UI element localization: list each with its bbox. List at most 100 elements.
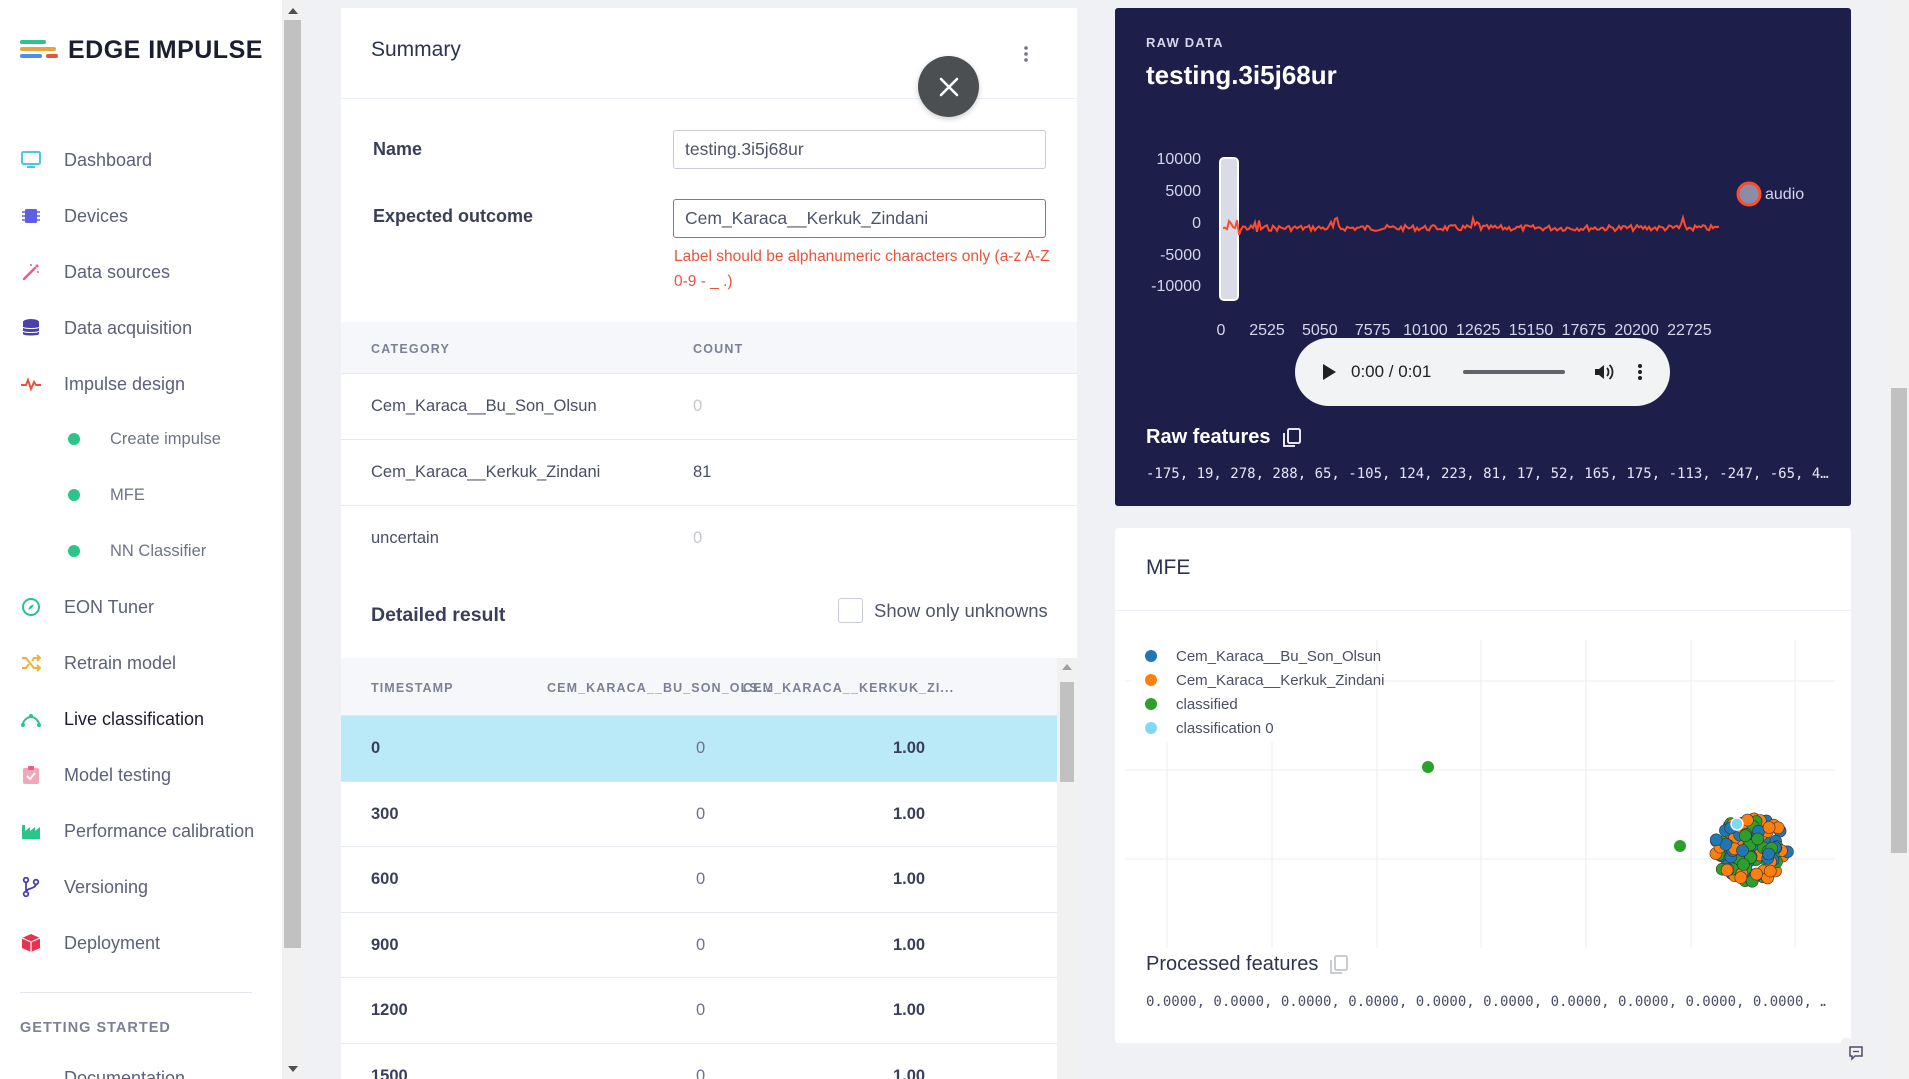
score-cell: 1.00 bbox=[893, 1066, 926, 1079]
sidebar-scrollbar-thumb[interactable] bbox=[284, 20, 301, 948]
audio-player[interactable]: 0:00 / 0:01 bbox=[1295, 338, 1670, 406]
sidebar-item-data-acquisition[interactable]: Data acquisition bbox=[20, 313, 192, 343]
sidebar-subitem-label: Create impulse bbox=[110, 429, 221, 448]
class-2-header[interactable]: CEM_KARACA__KERKUK_ZI... bbox=[743, 681, 954, 695]
sidebar-item-devices[interactable]: Devices bbox=[20, 201, 128, 231]
mfe-card: MFE Cem_Karaca__Bu_Son_Olsun Cem_Karaca__… bbox=[1115, 528, 1851, 1043]
sidebar-item-live-classification[interactable]: Live classification bbox=[20, 704, 204, 734]
processed-features-title: Processed features bbox=[1146, 953, 1349, 976]
scatter-point bbox=[1762, 847, 1775, 861]
sidebar-subitem-nn-classifier[interactable]: NN Classifier bbox=[68, 538, 206, 564]
sidebar-item-data-sources[interactable]: Data sources bbox=[20, 257, 170, 287]
x-tick: 5050 bbox=[1302, 322, 1338, 338]
class-1-header[interactable]: CEM_KARACA__BU_SON_OLS... bbox=[547, 681, 772, 695]
table-header: CATEGORY COUNT bbox=[341, 322, 1077, 374]
sidebar-item-label: Devices bbox=[64, 205, 129, 226]
sidebar-item-label: Deployment bbox=[64, 932, 161, 953]
sidebar-item-deployment[interactable]: Deployment bbox=[20, 928, 160, 958]
sidebar-item-impulse-design[interactable]: Impulse design bbox=[20, 369, 185, 399]
scatter-point bbox=[1709, 833, 1723, 847]
legend-label: audio bbox=[1765, 186, 1804, 203]
feedback-button[interactable] bbox=[1841, 1038, 1871, 1068]
table-row[interactable]: 0 0 1.00 bbox=[341, 716, 1057, 782]
x-tick: 12625 bbox=[1456, 322, 1501, 338]
sidebar-subitem-label: NN Classifier bbox=[110, 541, 207, 560]
copy-icon[interactable] bbox=[1330, 954, 1349, 975]
more-vertical-icon[interactable] bbox=[1637, 362, 1643, 382]
name-label: Name bbox=[373, 139, 423, 159]
processed-features-values: 0.0000, 0.0000, 0.0000, 0.0000, 0.0000, … bbox=[1146, 994, 1826, 1010]
sidebar-item-retrain-model[interactable]: Retrain model bbox=[20, 648, 176, 678]
sidebar-item-eon-tuner[interactable]: EON Tuner bbox=[20, 592, 154, 622]
table-row[interactable]: 1500 0 1.00 bbox=[341, 1044, 1057, 1079]
scroll-down-arrow-icon[interactable] bbox=[288, 1066, 298, 1072]
table-row[interactable]: 600 0 1.00 bbox=[341, 847, 1057, 913]
close-button[interactable] bbox=[918, 56, 979, 117]
show-only-unknowns-label: Show only unknowns bbox=[874, 599, 1048, 621]
show-only-unknowns-checkbox[interactable] bbox=[838, 598, 863, 623]
mfe-title: MFE bbox=[1146, 556, 1191, 579]
sidebar-item-dashboard[interactable]: Dashboard bbox=[20, 145, 152, 175]
scatter-point bbox=[1720, 863, 1734, 877]
legend-label[interactable]: classification 0 bbox=[1176, 720, 1274, 737]
status-dot-icon bbox=[68, 433, 80, 445]
summary-card: Summary Name Expected outcome Label shou… bbox=[341, 8, 1077, 1079]
sidebar-item-versioning[interactable]: Versioning bbox=[20, 872, 148, 902]
x-tick: 20200 bbox=[1614, 322, 1659, 338]
raw-features-title: Raw features bbox=[1146, 426, 1301, 449]
scroll-up-arrow-icon[interactable] bbox=[288, 8, 298, 14]
monitor-icon bbox=[20, 149, 42, 171]
score-cell: 1.00 bbox=[893, 935, 926, 954]
validation-error-message: Label should be alphanumeric characters … bbox=[674, 248, 1050, 290]
legend-marker-icon bbox=[1145, 722, 1157, 734]
scroll-up-arrow-icon[interactable] bbox=[1062, 664, 1072, 670]
expected-outcome-input[interactable] bbox=[673, 199, 1046, 238]
clipboard-check-icon bbox=[20, 764, 42, 786]
table-row[interactable]: 1200 0 1.00 bbox=[341, 978, 1057, 1044]
y-tick: -10000 bbox=[1151, 278, 1201, 295]
table-scrollbar-thumb[interactable] bbox=[1060, 682, 1074, 782]
feature-scatter-plot[interactable]: Cem_Karaca__Bu_Son_Olsun Cem_Karaca__Kerk… bbox=[1115, 628, 1851, 948]
timestamp-header[interactable]: TIMESTAMP bbox=[371, 681, 454, 695]
count-header: COUNT bbox=[693, 342, 744, 356]
scatter-point bbox=[1737, 858, 1750, 871]
scatter-point bbox=[1751, 832, 1765, 846]
y-tick: 5000 bbox=[1165, 183, 1201, 200]
sidebar-item-model-testing[interactable]: Model testing bbox=[20, 760, 171, 790]
sidebar-subitem-create-impulse[interactable]: Create impulse bbox=[68, 426, 221, 452]
more-vertical-icon[interactable] bbox=[1019, 44, 1033, 64]
table-row: Cem_Karaca__Kerkuk_Zindani 81 bbox=[341, 440, 1077, 506]
timestamp-cell: 1500 bbox=[371, 1066, 408, 1079]
sidebar-item-documentation[interactable]: Documentation bbox=[20, 1068, 185, 1079]
legend-label[interactable]: classified bbox=[1176, 696, 1238, 713]
legend-label[interactable]: Cem_Karaca__Kerkuk_Zindani bbox=[1176, 672, 1384, 689]
legend-label[interactable]: Cem_Karaca__Bu_Son_Olsun bbox=[1176, 648, 1381, 665]
sidebar-item-label: Dashboard bbox=[64, 149, 153, 170]
waveform-chart[interactable]: 10000 5000 0 -5000 -10000 0 2525 5050 7575 1… bbox=[1115, 128, 1851, 338]
scatter-points bbox=[1422, 761, 1794, 888]
audio-progress[interactable] bbox=[1463, 370, 1566, 374]
waveform-line bbox=[1222, 213, 1720, 236]
table-row[interactable]: 900 0 1.00 bbox=[341, 913, 1057, 979]
logo[interactable]: EDGE IMPULSE bbox=[20, 36, 263, 65]
live-icon bbox=[20, 708, 42, 730]
copy-icon[interactable] bbox=[1282, 427, 1301, 448]
play-icon[interactable] bbox=[1321, 363, 1337, 381]
scatter-point bbox=[1674, 840, 1686, 852]
page-scrollbar-thumb[interactable] bbox=[1891, 388, 1907, 853]
raw-data-card: RAW DATA testing.3i5j68ur 10000 5000 0 -… bbox=[1115, 8, 1851, 506]
sidebar-subitem-mfe[interactable]: MFE bbox=[68, 482, 145, 508]
audio-time: 0:00 / 0:01 bbox=[1351, 362, 1432, 381]
sidebar-item-performance-calibration[interactable]: Performance calibration bbox=[20, 816, 254, 846]
name-input[interactable] bbox=[673, 130, 1046, 169]
volume-icon[interactable] bbox=[1593, 362, 1615, 382]
expected-outcome-label: Expected outcome bbox=[373, 206, 534, 226]
category-header: CATEGORY bbox=[371, 342, 451, 356]
scatter-point bbox=[1738, 829, 1752, 842]
show-only-unknowns-toggle[interactable]: Show only unknowns bbox=[838, 598, 1048, 623]
table-row[interactable]: 300 0 1.00 bbox=[341, 782, 1057, 848]
score-cell: 1.00 bbox=[893, 870, 926, 889]
sidebar-item-label: Retrain model bbox=[64, 652, 177, 673]
timestamp-cell: 1200 bbox=[371, 1001, 408, 1020]
sidebar-item-label: Impulse design bbox=[64, 373, 186, 394]
